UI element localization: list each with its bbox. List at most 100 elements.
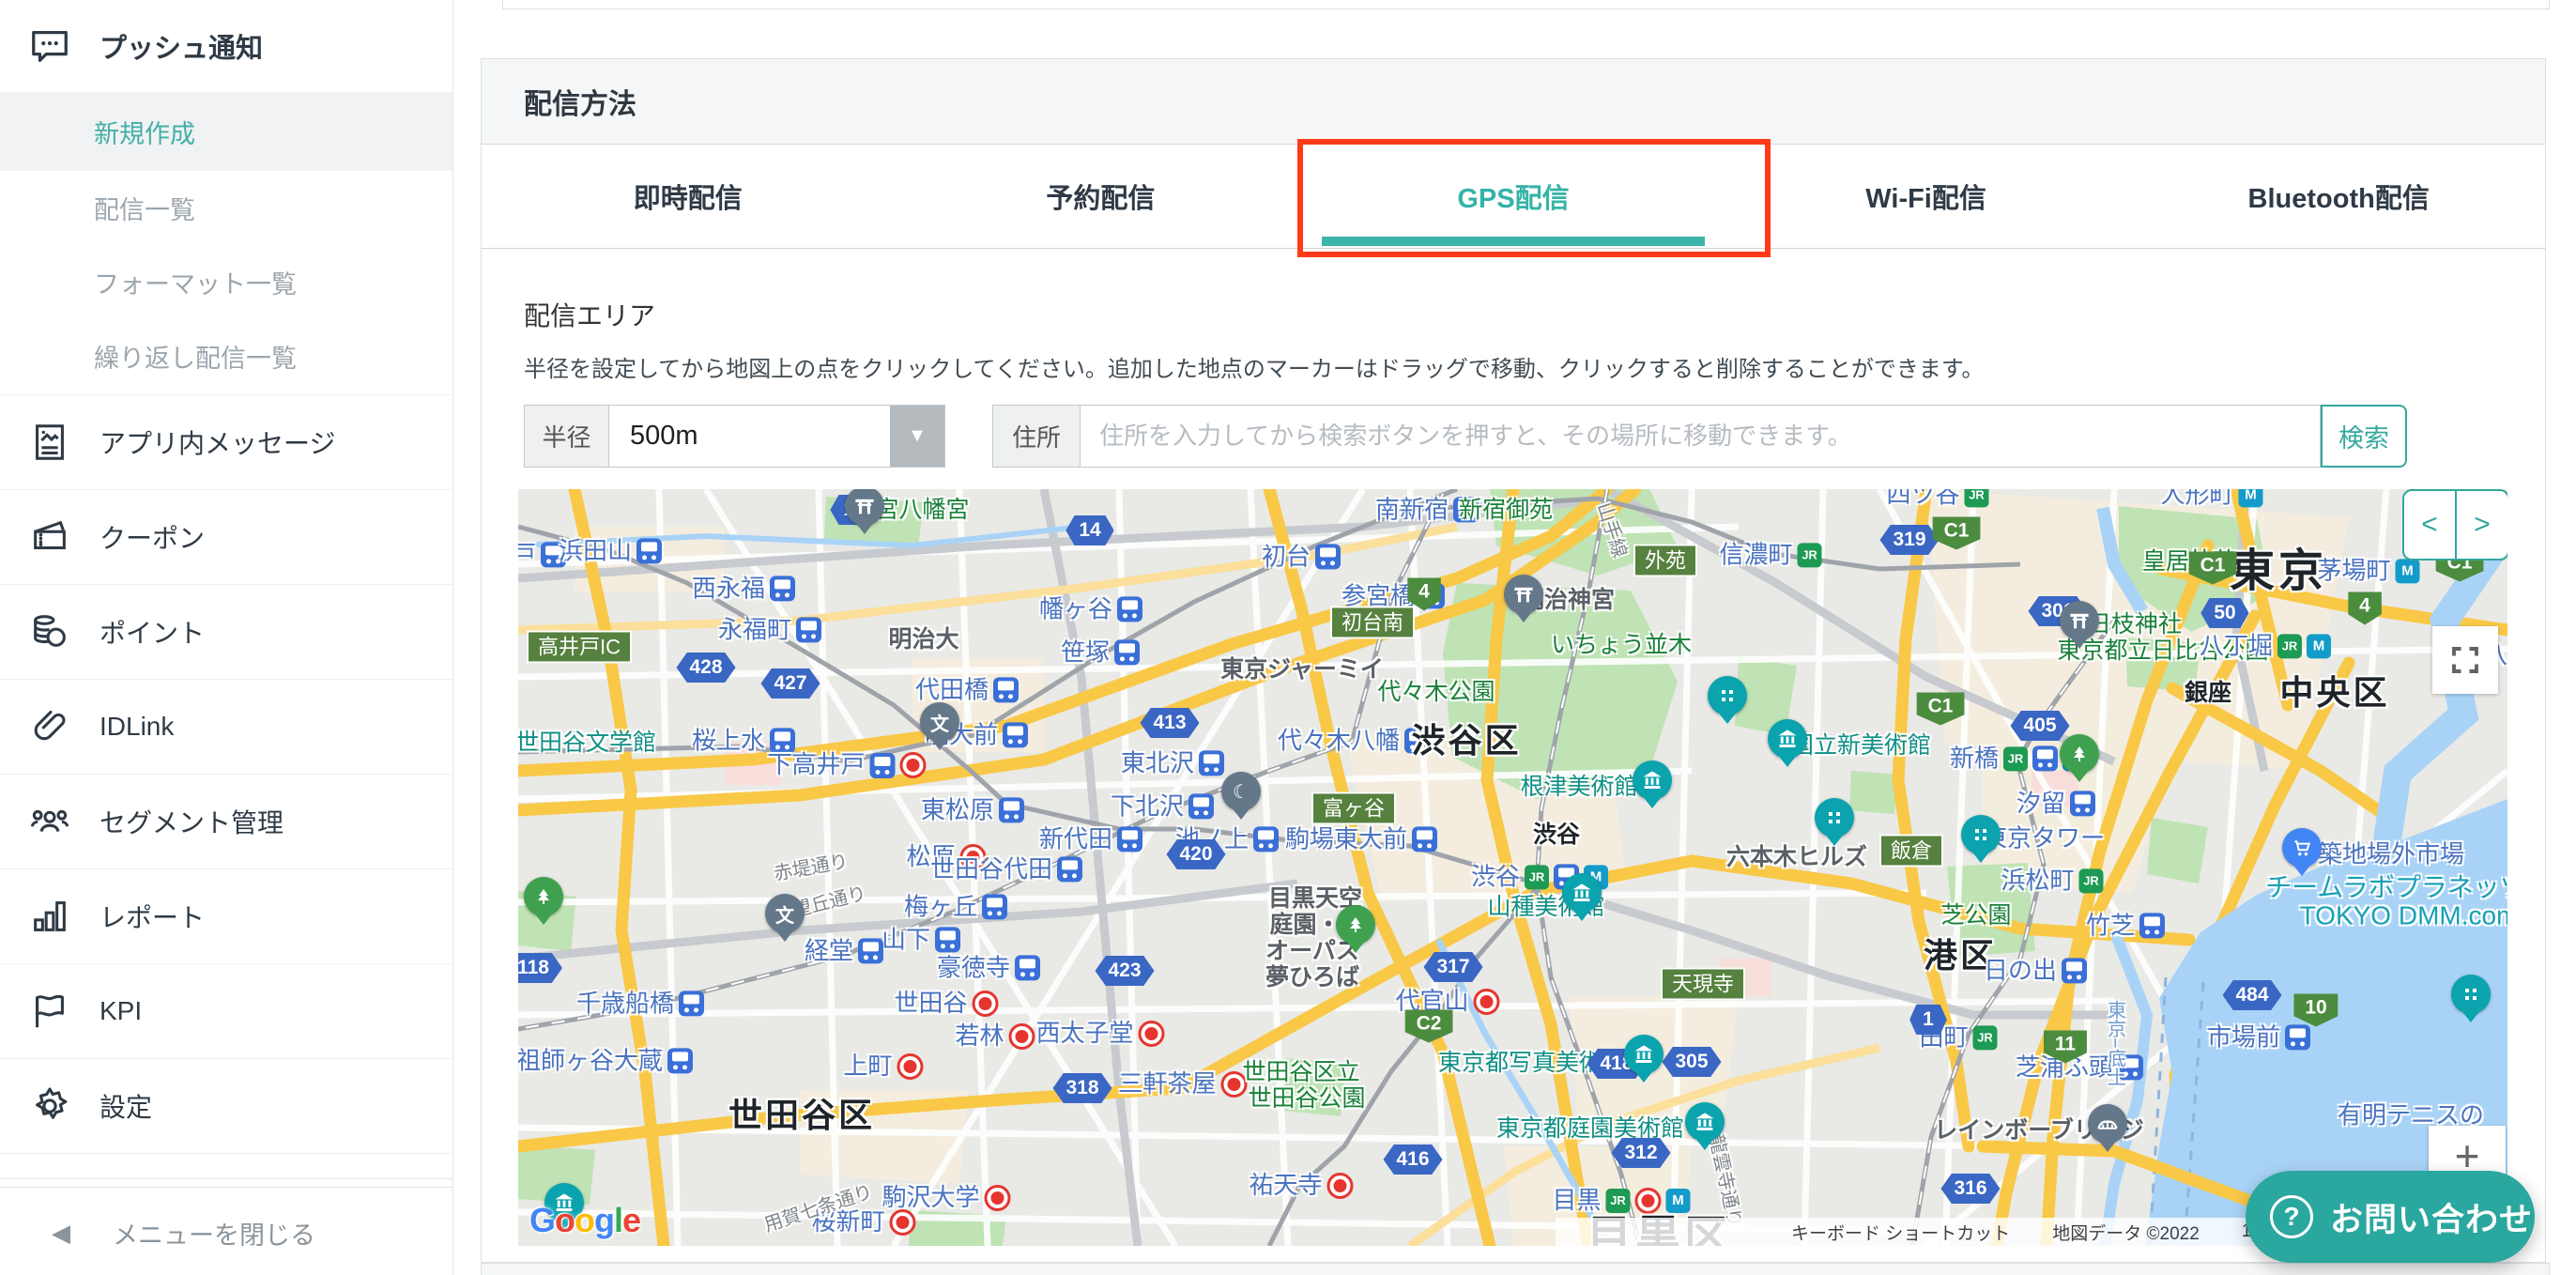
keyboard-shortcuts-link[interactable]: キーボード ショートカット: [1791, 1220, 2010, 1245]
map-label: C1: [1933, 516, 1981, 549]
tokyu-station-icon: [1635, 1188, 1662, 1214]
in-app-message-icon: [28, 421, 71, 464]
segment-icon: [28, 800, 71, 843]
jr-station-icon: JR: [1965, 489, 1989, 507]
train-station-icon: [2285, 1024, 2310, 1050]
map-label: 飯倉: [1879, 834, 1943, 867]
map-label: 118: [518, 953, 562, 983]
train-station-icon: [870, 753, 896, 778]
map-label: 夢ひろば: [1265, 965, 1359, 990]
sidebar-item-coupon[interactable]: クーポン: [0, 490, 452, 585]
sidebar-item-in-app-message[interactable]: アプリ内メッセージ: [0, 395, 452, 490]
sidebar-subitem-repeat-list[interactable]: 繰り返し配信一覧: [0, 319, 452, 393]
pan-right-button[interactable]: >: [2457, 491, 2507, 559]
map-label: 4: [2348, 591, 2382, 624]
map-label: 日の出: [1984, 958, 2087, 983]
sidebar-subitem-new[interactable]: 新規作成: [0, 92, 452, 171]
sidebar-item-settings[interactable]: 設定: [0, 1059, 452, 1154]
map-label: 富ヶ谷: [1311, 791, 1396, 824]
map-pin-dots-icon: [1708, 676, 1747, 724]
coupon-icon: [28, 515, 71, 559]
map-label: 東京ジャーミイ: [1220, 657, 1384, 682]
map-label: 下北沢: [1111, 793, 1214, 819]
map-label: 天現寺: [1661, 967, 1745, 1000]
map-pin-dots-icon: [1961, 815, 2001, 863]
map-pin-museum-icon: [1768, 719, 1807, 767]
metro-station-icon: M: [2307, 634, 2331, 658]
map-label: いちょう並木: [1551, 633, 1692, 657]
sidebar-item-label: レポート: [100, 898, 205, 935]
map-controls-row: 半径 500m ▼ 住所 検索: [524, 405, 2407, 468]
collapse-icon: ◀: [52, 1219, 70, 1248]
fullscreen-icon: [2448, 643, 2482, 677]
tab-gps[interactable]: GPS配信: [1307, 145, 1720, 248]
map-data-copyright: 地図データ ©2022: [2052, 1220, 2200, 1245]
map-label: 渋谷区: [1411, 723, 1521, 759]
map-canvas[interactable]: 戸浜田山大宮八幡宮西永福永福町明治大高井戸IC世田谷文学館桜上水代田橋明大前下高…: [518, 489, 2507, 1246]
map-label: 四ツ谷JR: [1886, 489, 1988, 508]
sidebar-item-label: ポイント: [100, 613, 205, 651]
map-label: 経堂: [805, 938, 883, 963]
map-label: 初台南: [1330, 606, 1415, 638]
map-label: 目黒JRM: [1552, 1188, 1690, 1214]
pan-left-button[interactable]: <: [2404, 491, 2457, 559]
map-label: 赤堤通り: [773, 853, 850, 885]
map-pin-tree-icon: [524, 877, 563, 925]
map-label: 幡ヶ谷: [1039, 596, 1142, 622]
train-station-icon: [2139, 913, 2165, 938]
metro-station-icon: M: [2396, 559, 2420, 583]
sidebar-title: プッシュ通知: [100, 26, 263, 66]
sidebar-subitem-delivery-list[interactable]: 配信一覧: [0, 171, 452, 245]
map-pin-school-icon: 文: [765, 894, 805, 942]
map-pin-museum-icon: [1562, 873, 1602, 921]
tab-immediate[interactable]: 即時配信: [482, 145, 895, 248]
map-label: 428: [676, 653, 735, 683]
sidebar-divider: [0, 1178, 452, 1188]
sidebar-item-push-notification[interactable]: プッシュ通知: [0, 0, 452, 92]
tokyu-station-icon: [1327, 1173, 1354, 1199]
section-title: 配信方法: [524, 81, 636, 122]
map-label: 有明テニスの: [2338, 1102, 2484, 1128]
map-label: 市場前: [2207, 1024, 2310, 1050]
sidebar-item-label: IDLink: [100, 712, 174, 742]
sidebar-subitem-format-list[interactable]: フォーマット一覧: [0, 245, 452, 319]
map-label: 世田谷区: [728, 1098, 875, 1133]
map-label: 代田橋: [915, 677, 1019, 702]
contact-button[interactable]: ? お問い合わせ: [2246, 1171, 2535, 1263]
train-station-icon: [667, 1048, 693, 1073]
address-input[interactable]: [1081, 406, 2320, 467]
map-label: 新代田: [1039, 826, 1142, 852]
tab-wifi[interactable]: Wi-Fi配信: [1720, 145, 2133, 248]
map-label: 316: [1940, 1174, 2000, 1204]
sidebar-item-report[interactable]: レポート: [0, 869, 452, 964]
sidebar: プッシュ通知 新規作成配信一覧フォーマット一覧繰り返し配信一覧 アプリ内メッセー…: [0, 0, 453, 1275]
sidebar-item-kpi[interactable]: KPI: [0, 964, 452, 1059]
map-label: 芝公園: [1940, 903, 2011, 928]
map-label: 世田谷文学館: [518, 730, 656, 755]
radius-select[interactable]: 半径 500m ▼: [524, 405, 945, 468]
sidebar-item-idlink[interactable]: IDLink: [0, 680, 452, 775]
map-label: 中央区: [2279, 675, 2389, 711]
fullscreen-button[interactable]: [2432, 626, 2498, 694]
sidebar-item-segment[interactable]: セグメント管理: [0, 775, 452, 869]
map-label: TOKYO DMM.com: [2300, 901, 2507, 929]
tokyu-station-icon: [973, 991, 999, 1017]
close-menu-button[interactable]: ◀ メニューを閉じる: [0, 1191, 452, 1275]
map-label: 下高井戸: [767, 752, 926, 778]
map-label: 代々木八幡: [1278, 728, 1430, 753]
sidebar-item-point[interactable]: ポイント: [0, 585, 452, 680]
chevron-down-icon[interactable]: ▼: [890, 406, 944, 467]
search-button[interactable]: 検索: [2321, 405, 2407, 468]
radius-label: 半径: [525, 406, 609, 467]
map-label: 駒場東大前: [1285, 826, 1437, 852]
map-label: 423: [1095, 956, 1154, 986]
map-label: 若林: [955, 1023, 1035, 1050]
train-station-icon: [1412, 826, 1437, 852]
tokyu-station-icon: [1474, 989, 1500, 1015]
map-label: 484: [2222, 980, 2281, 1010]
train-station-icon: [982, 894, 1007, 919]
tab-scheduled[interactable]: 予約配信: [895, 145, 1308, 248]
tab-bluetooth[interactable]: Bluetooth配信: [2132, 145, 2545, 248]
train-station-icon: [636, 538, 662, 563]
train-station-icon: [2070, 791, 2095, 816]
